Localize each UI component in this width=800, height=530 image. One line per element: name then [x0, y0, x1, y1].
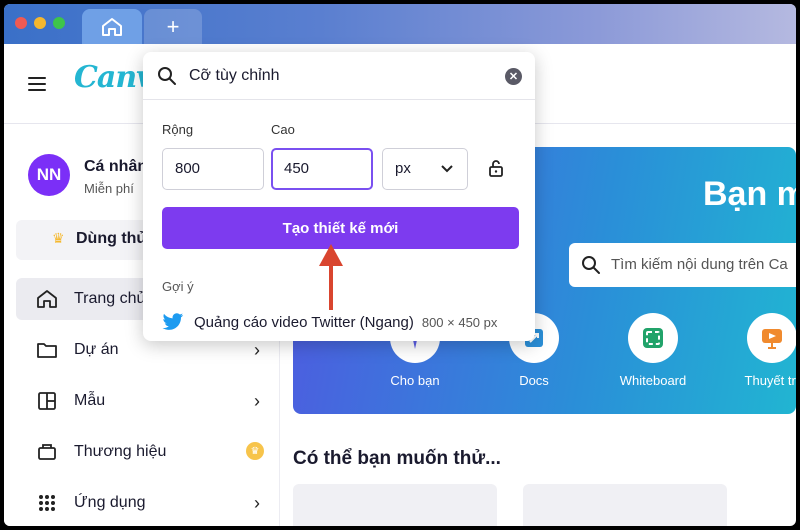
hero-search-input[interactable]: Tìm kiếm nội dung trên Ca [569, 243, 796, 287]
maximize-window-button[interactable] [53, 17, 65, 29]
category-label: Whiteboard [619, 373, 687, 388]
folder-icon [37, 343, 57, 358]
avatar[interactable]: NN [28, 154, 70, 196]
suggestion-card[interactable] [523, 484, 727, 526]
section-title: Có thể bạn muốn thử... [293, 448, 501, 469]
hamburger-icon[interactable] [28, 77, 46, 91]
crown-icon: ♛ [52, 230, 65, 246]
minimize-window-button[interactable] [34, 17, 46, 29]
suggestion-item[interactable]: Quảng cáo video Twitter (Ngang) 800 × 45… [162, 310, 497, 334]
hero-title: Bạn m [703, 175, 796, 213]
unit-value: px [395, 160, 411, 177]
chevron-right-icon: › [254, 340, 260, 360]
height-label: Cao [271, 122, 295, 137]
lock-icon[interactable] [488, 158, 504, 178]
height-field[interactable]: 450 [271, 148, 373, 190]
width-label: Rộng [162, 122, 194, 137]
category-label: Docs [519, 373, 549, 388]
search-placeholder: Tìm kiếm nội dung trên Ca [611, 256, 788, 273]
suggestion-size: 800 × 450 px [421, 314, 498, 330]
sidebar-item-label: Thương hiệu [74, 443, 167, 460]
sidebar-item-label: Ứng dụng [74, 494, 146, 511]
template-icon [38, 392, 56, 410]
search-icon [158, 67, 176, 85]
clear-icon[interactable]: ✕ [505, 68, 522, 85]
browser-tab-bar: + [4, 4, 796, 44]
trial-label: Dùng thử [76, 230, 149, 247]
popup-search-bar[interactable]: Cỡ tùy chỉnh ✕ [143, 52, 535, 100]
plus-icon: + [166, 13, 180, 39]
category-label: Thuyết trì [744, 373, 796, 388]
sidebar-item-label: Trang chủ [74, 290, 146, 307]
new-tab-button[interactable]: + [144, 9, 202, 44]
twitter-icon [162, 313, 184, 330]
browser-window: + Canva NN Cá nhân Miễn phí ♛ Dùng thử T… [4, 4, 796, 526]
unit-select[interactable]: px [382, 148, 468, 190]
home-icon [102, 17, 122, 36]
chevron-down-icon [441, 165, 453, 173]
category-whiteboard[interactable]: Whiteboard [608, 313, 698, 388]
sidebar-item-label: Mẫu [74, 392, 106, 409]
home-icon [37, 290, 57, 308]
search-icon [582, 256, 600, 274]
chevron-right-icon: › [254, 391, 260, 411]
account-name[interactable]: Cá nhân [84, 158, 147, 176]
whiteboard-icon [643, 328, 663, 348]
popup-search-input[interactable]: Cỡ tùy chỉnh [189, 67, 280, 85]
tab-home[interactable] [82, 9, 142, 44]
sidebar-item-apps[interactable]: Ứng dụng › [16, 482, 278, 524]
suggestion-label: Quảng cáo video Twitter (Ngang) [194, 313, 414, 331]
presentation-icon [762, 329, 782, 349]
apps-icon [39, 495, 55, 511]
category-label: Cho bạn [390, 373, 440, 388]
account-plan: Miễn phí [84, 181, 134, 196]
crown-icon: ♛ [246, 442, 264, 460]
sidebar-item-brand[interactable]: Thương hiệu ♛ [16, 431, 278, 473]
width-field[interactable]: 800 [162, 148, 264, 190]
close-window-button[interactable] [15, 17, 27, 29]
sidebar-item-templates[interactable]: Mẫu › [16, 380, 278, 422]
category-presentation[interactable]: Thuyết trì [727, 313, 796, 388]
chevron-right-icon: › [254, 493, 260, 513]
annotation-arrow [319, 244, 343, 310]
suggestion-card[interactable] [293, 484, 497, 526]
brand-icon [38, 444, 56, 460]
sidebar-item-label: Dự án [74, 341, 119, 358]
suggestions-heading: Gợi ý [162, 279, 194, 294]
